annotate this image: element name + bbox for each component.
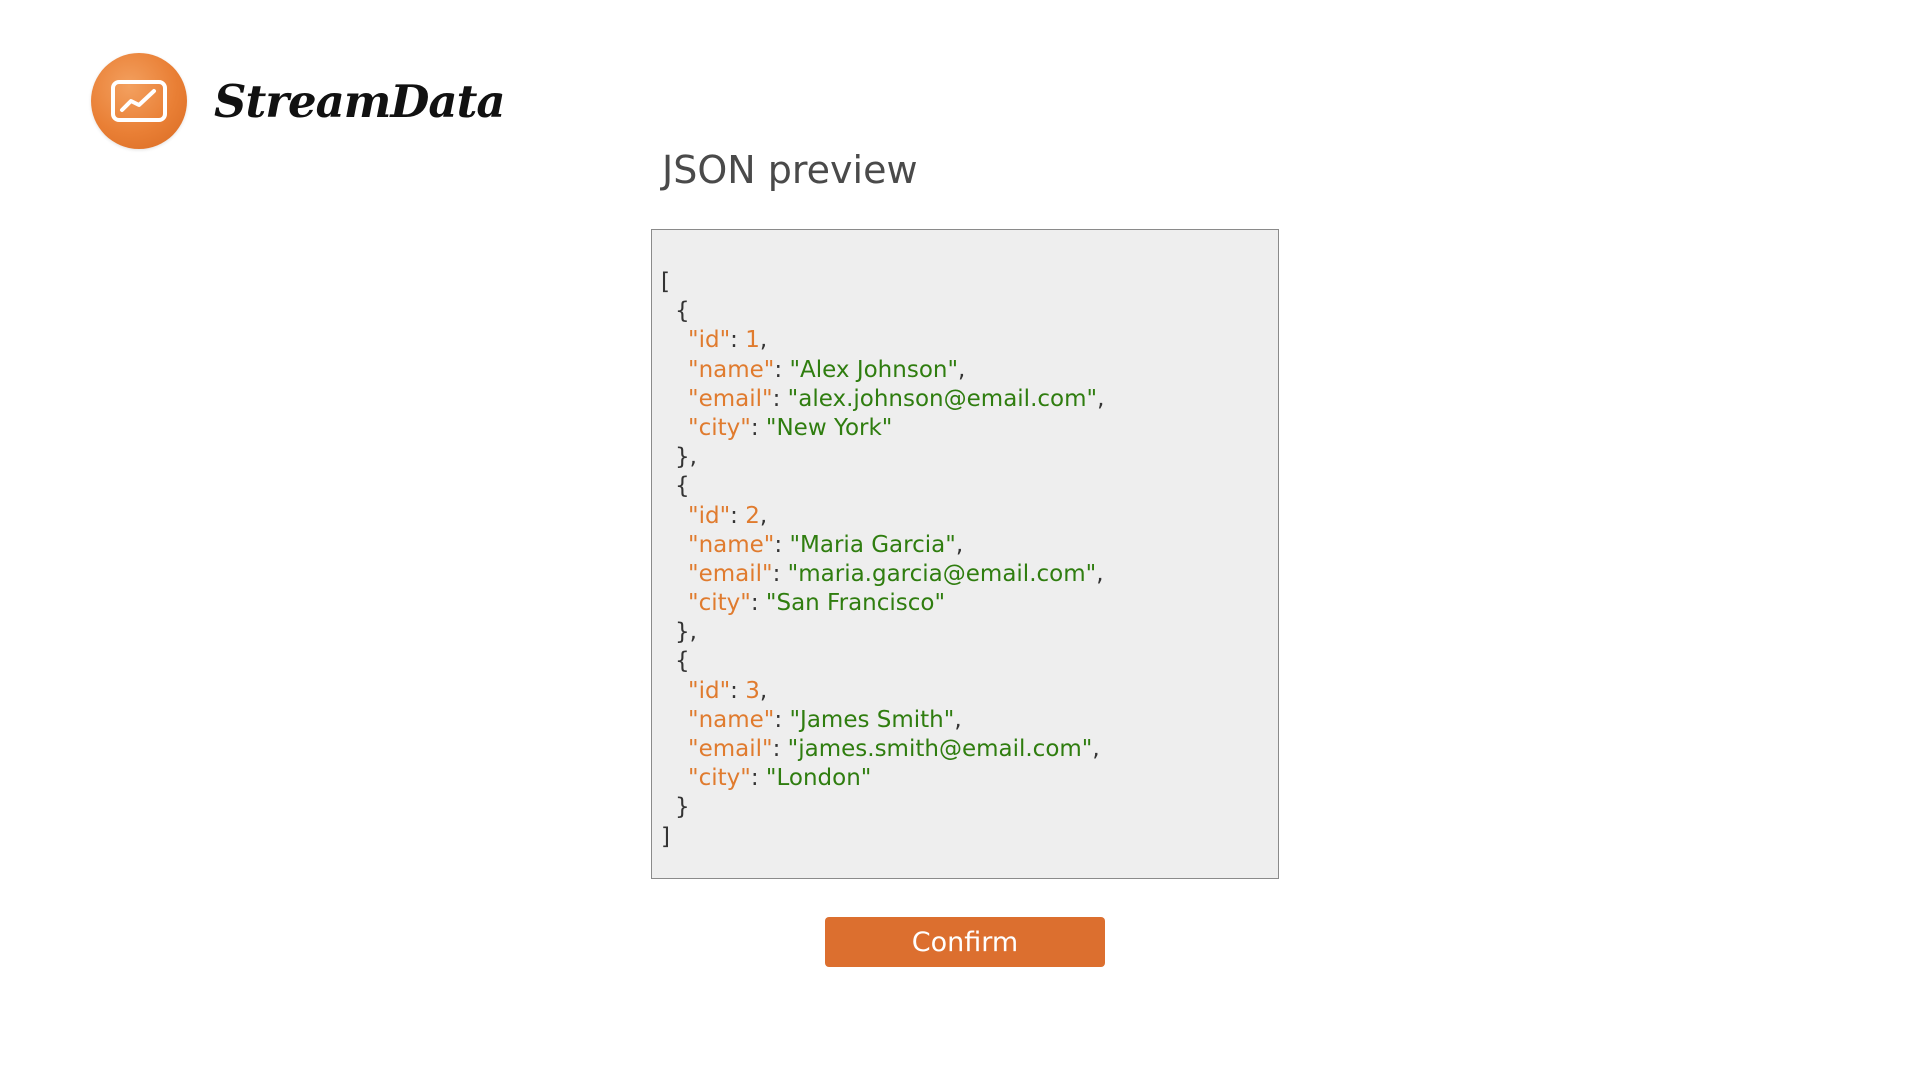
json-record-close: } (675, 794, 690, 821)
json-field-email: "email": "james.smith@email.com", (688, 736, 1100, 762)
json-field-id: "id": 3, (688, 677, 768, 704)
app-name: StreamData (214, 74, 506, 128)
json-record-open: { (675, 648, 690, 675)
json-field-city: "city": "London" (688, 765, 872, 792)
json-field-id: "id": 2, (688, 502, 768, 529)
json-record-open: { (675, 298, 690, 325)
json-record-close: }, (675, 444, 697, 471)
json-record-open: { (675, 473, 690, 500)
json-field-email: "email": "maria.garcia@email.com", (688, 560, 1104, 587)
json-field-city: "city": "San Francisco" (688, 590, 946, 617)
json-record-close: }, (675, 619, 697, 646)
json-field-name: "name": "Alex Johnson", (688, 356, 966, 383)
json-open-bracket: [ (661, 269, 670, 295)
line-chart-icon (91, 53, 187, 149)
json-field-id: "id": 1, (688, 327, 768, 354)
json-field-email: "email": "alex.johnson@email.com", (688, 385, 1105, 412)
json-field-name: "name": "Maria Garcia", (688, 531, 964, 558)
brand: StreamData (91, 53, 506, 149)
json-field-name: "name": "James Smith", (688, 706, 962, 733)
confirm-button[interactable]: Confirm (825, 917, 1105, 967)
json-close-bracket: ] (661, 823, 670, 850)
page-title: JSON preview (662, 148, 918, 192)
json-preview-box[interactable]: [ { "id": 1, "name": "Alex Johnson", "em… (651, 229, 1279, 879)
json-field-city: "city": "New York" (688, 414, 893, 441)
